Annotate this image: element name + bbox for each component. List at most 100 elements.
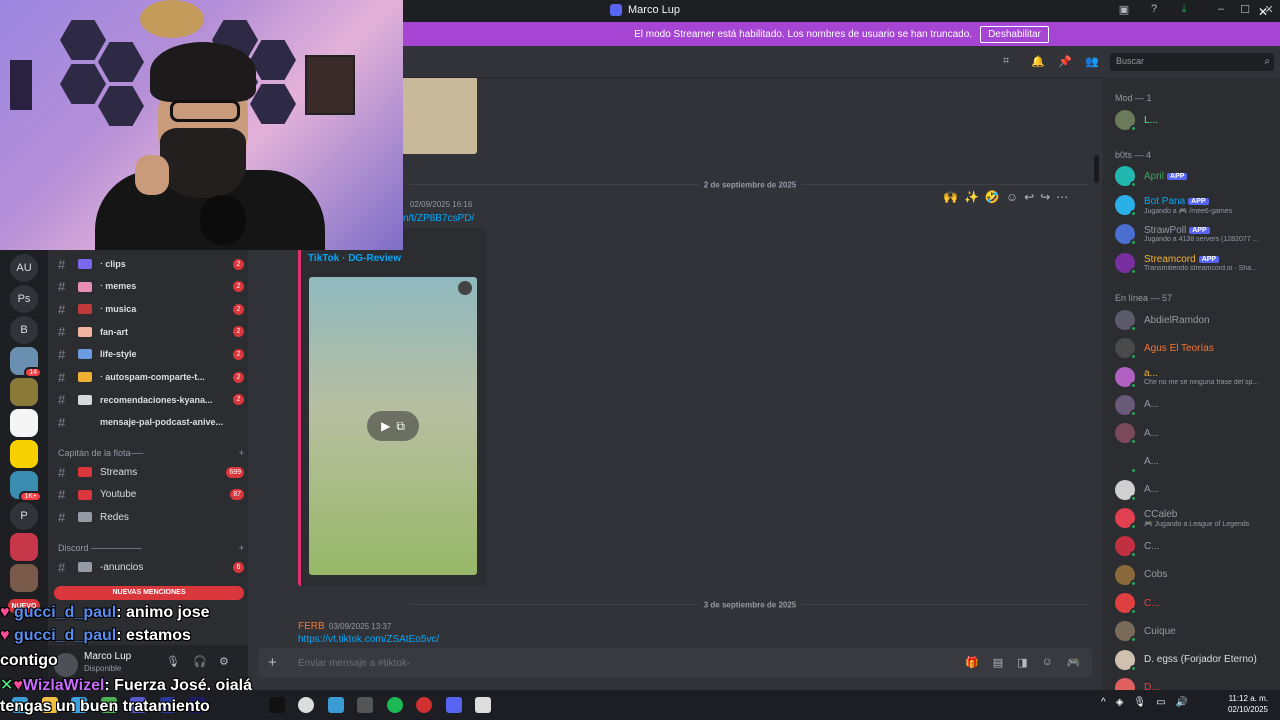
scrollbar[interactable] xyxy=(1094,155,1099,183)
channel-item[interactable]: # Youtube 87 xyxy=(58,485,244,505)
member-item[interactable]: L... xyxy=(1115,107,1275,133)
battery-icon[interactable]: ▭ xyxy=(1156,697,1165,708)
search-icon[interactable]: ⌕ xyxy=(1264,56,1270,67)
server-icon[interactable]: P xyxy=(10,502,38,530)
category-header-2[interactable]: Discord ──────── + xyxy=(58,543,244,553)
channel-item[interactable]: # fan-art 2 xyxy=(58,322,244,342)
add-attachment-icon[interactable]: + xyxy=(268,654,277,671)
avatar xyxy=(1115,366,1137,389)
member-item[interactable]: A... xyxy=(1115,449,1275,475)
notes-icon[interactable] xyxy=(327,697,344,713)
inbox-icon[interactable]: ▣ xyxy=(1115,3,1133,19)
help-icon[interactable]: ? xyxy=(1145,3,1163,19)
emoji-icon[interactable]: ☺ xyxy=(1042,656,1053,669)
server-icon[interactable]: Ps xyxy=(10,285,38,313)
microphone-tray-icon[interactable]: 🎙 xyxy=(1133,697,1146,708)
clock[interactable]: 11:12 a. m. 02/10/2025 xyxy=(1228,693,1268,715)
member-item[interactable]: Streamcord APP Transmitiendo streamcord.io… xyxy=(1115,250,1275,276)
gear-icon[interactable]: ⚙ xyxy=(219,655,229,668)
microphone-icon[interactable]: 🎙 xyxy=(166,655,180,668)
server-icon[interactable] xyxy=(10,564,38,592)
new-mentions-pill[interactable]: NUEVAS MENCIONES xyxy=(54,586,244,600)
play-button[interactable]: ▶ ⧉ xyxy=(367,411,419,441)
channel-item[interactable]: # ᐧ autospam-comparte-t... 2 xyxy=(58,367,244,387)
member-item[interactable]: D. egss (Forjador Eterno) xyxy=(1115,647,1275,673)
server-icon[interactable]: B xyxy=(10,316,38,344)
gif-icon[interactable]: ▤ xyxy=(993,656,1003,669)
creative-cloud-icon[interactable] xyxy=(416,697,432,713)
channel-item[interactable]: # recomendaciones-kyana... 2 xyxy=(58,390,244,410)
channel-item[interactable]: # ᐧ clips 2 xyxy=(58,254,244,274)
message-link-2[interactable]: https://vt.tiktok.com/ZSAtEo5vc/ xyxy=(298,634,439,645)
reply-icon[interactable]: ↩ xyxy=(1024,190,1034,204)
apps-icon[interactable]: 🎮 xyxy=(1067,656,1081,669)
member-item[interactable]: Bot Pana APP Jugando a 🎮 /mee6-games xyxy=(1115,192,1275,218)
forward-icon[interactable]: ↪ xyxy=(1040,190,1050,204)
laugh-reaction-icon[interactable]: 🤣 xyxy=(985,190,1000,204)
banner-close-icon[interactable]: ✕ xyxy=(1258,5,1268,19)
avatar xyxy=(1115,166,1137,188)
member-item[interactable]: StrawPoll APP Jugando a 4138 servers (1282… xyxy=(1115,221,1275,247)
sparkles-reaction-icon[interactable]: ✨ xyxy=(964,190,979,204)
channel-item[interactable]: # Redes xyxy=(58,507,244,527)
tray-chevron-icon[interactable]: ^ xyxy=(1101,697,1106,708)
member-item[interactable]: a... Che no me se ninguna frase del sp... xyxy=(1115,364,1275,390)
sticker-icon[interactable]: ◨ xyxy=(1017,656,1027,669)
server-icon[interactable] xyxy=(10,533,38,561)
channel-item[interactable]: # ᐧ memes 2 xyxy=(58,277,244,297)
headphones-icon[interactable]: 🎧 xyxy=(193,655,207,668)
message-link[interactable]: n/t/ZP8B7csPD/ xyxy=(403,213,474,224)
obs-icon[interactable] xyxy=(268,697,285,713)
server-icon[interactable]: 14 xyxy=(10,347,42,378)
gift-icon[interactable]: 🎁 xyxy=(965,656,979,669)
category-header[interactable]: Capitán de la flota── + xyxy=(58,448,244,458)
member-item[interactable]: A... xyxy=(1115,392,1275,418)
embed-title[interactable]: TikTok · DG-Review xyxy=(308,253,401,264)
channel-item[interactable]: # -anuncios 6 xyxy=(58,557,244,577)
bell-icon[interactable]: 🔔 xyxy=(1031,55,1045,69)
discord-logo-icon xyxy=(610,4,622,16)
volume-icon[interactable]: 🔊 xyxy=(1176,697,1188,708)
server-icon[interactable] xyxy=(10,378,38,406)
channel-item[interactable]: # Streams 699 xyxy=(58,462,244,482)
member-item[interactable]: C... xyxy=(1115,533,1275,559)
video-options-icon[interactable] xyxy=(458,281,472,295)
member-item[interactable]: CCaleb 🎮 Jugando a League of Legends xyxy=(1115,505,1275,531)
maximize-button[interactable]: ☐ xyxy=(1236,3,1254,19)
image-embed[interactable] xyxy=(403,78,477,154)
user-name[interactable]: Marco Lup xyxy=(84,651,131,662)
member-item[interactable]: Cuique xyxy=(1115,618,1275,644)
threads-icon[interactable]: ⌗ xyxy=(1003,55,1017,69)
server-icon[interactable]: AU xyxy=(10,254,38,282)
member-item[interactable]: Agus El Teorías xyxy=(1115,335,1275,361)
member-item[interactable]: April APP xyxy=(1115,163,1275,189)
network-icon[interactable]: ◈ xyxy=(1116,697,1124,708)
channel-item[interactable]: # ᐧ musica 2 xyxy=(58,299,244,319)
message-author[interactable]: FERB xyxy=(298,621,325,632)
member-item[interactable]: AbdielRamdon xyxy=(1115,307,1275,333)
member-item[interactable]: Cobs xyxy=(1115,562,1275,588)
member-item[interactable]: A... xyxy=(1115,477,1275,503)
disable-streamer-button[interactable]: Deshabilitar xyxy=(980,25,1049,43)
raised-hands-reaction-icon[interactable]: 🙌 xyxy=(943,190,958,204)
stream-app-icon[interactable] xyxy=(475,697,491,713)
minimize-button[interactable]: – xyxy=(1212,3,1230,19)
server-icon[interactable]: 1K+ xyxy=(10,471,42,502)
member-item[interactable]: A... xyxy=(1115,420,1275,446)
spotify-icon[interactable] xyxy=(386,697,403,713)
channel-item[interactable]: # mensaje-pal-podcast-anive... xyxy=(58,412,244,432)
more-icon[interactable]: ⋯ xyxy=(1056,190,1068,204)
steam-icon[interactable] xyxy=(298,697,314,713)
search-input[interactable]: Buscar xyxy=(1110,53,1274,71)
add-reaction-icon[interactable]: ☺ xyxy=(1006,190,1018,204)
members-icon[interactable]: 👥 xyxy=(1085,55,1099,69)
capture-icon[interactable] xyxy=(357,697,373,713)
channel-item[interactable]: # life-style 2 xyxy=(58,344,244,364)
member-name: D. egss (Forjador Eterno) xyxy=(1144,654,1257,666)
server-icon[interactable] xyxy=(10,409,38,437)
download-icon[interactable]: ⤓ xyxy=(1175,3,1193,19)
pin-icon[interactable]: 📌 xyxy=(1058,55,1072,69)
server-icon[interactable] xyxy=(10,440,38,468)
member-item[interactable]: C... xyxy=(1115,590,1275,616)
discord-taskbar-icon[interactable] xyxy=(445,697,462,713)
